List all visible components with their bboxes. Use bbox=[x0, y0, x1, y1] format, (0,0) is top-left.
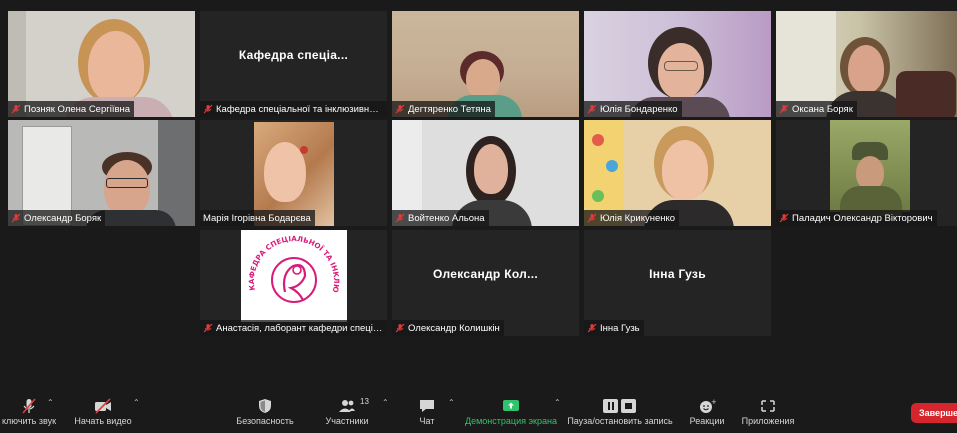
mic-off-icon bbox=[203, 323, 213, 333]
participant-tile-3[interactable]: Дегтяренко Тетяна bbox=[392, 11, 579, 117]
participant-name: Войтенко Альона bbox=[408, 212, 485, 224]
participant-name-bar: Юлія Крикуненко bbox=[584, 210, 680, 226]
participants-options-chevron-icon[interactable]: ⌃ bbox=[382, 398, 389, 407]
mic-off-icon bbox=[11, 213, 21, 223]
participant-name: Оксана Боряк bbox=[792, 103, 853, 115]
participant-tile-1[interactable]: Позняк Олена Сергіївна bbox=[8, 11, 195, 117]
mic-off-icon bbox=[587, 323, 597, 333]
participant-name-bar: Дегтяренко Тетяна bbox=[392, 101, 495, 117]
end-meeting-button[interactable]: Завершен bbox=[911, 403, 957, 423]
participant-tile-2[interactable]: Кафедра спеціа... Кафедра спеціальної та… bbox=[200, 11, 387, 117]
participant-display-name: Інна Гузь bbox=[649, 267, 706, 281]
mic-off-icon bbox=[587, 104, 597, 114]
mic-off-icon bbox=[779, 104, 789, 114]
meeting-toolbar: ключить звук ⌃ Начать видео ⌃ Безопаснос… bbox=[0, 395, 957, 433]
participant-name-bar: Інна Гузь bbox=[584, 320, 644, 336]
security-button[interactable]: Безопасность bbox=[230, 395, 300, 433]
participant-name: Марія Ігорівна Бодарєва bbox=[203, 212, 311, 224]
logo-text: КАФЕДРА СПЕЦІАЛЬНОЇ ТА ІНКЛЮЗИВНОЇ ОСВІТ… bbox=[238, 230, 341, 294]
reactions-label: Реакции bbox=[689, 416, 725, 426]
participant-name-bar: Войтенко Альона bbox=[392, 210, 489, 226]
video-options-chevron-icon[interactable]: ⌃ bbox=[133, 398, 140, 407]
start-video-button[interactable]: Начать видео bbox=[70, 395, 136, 433]
participant-name: Анастасія, лаборант кафедри спеціа... bbox=[216, 322, 383, 334]
share-options-chevron-icon[interactable]: ⌃ bbox=[554, 398, 561, 407]
participant-name-bar: Оксана Боряк bbox=[776, 101, 857, 117]
participant-name-bar: Марія Ігорівна Бодарєва bbox=[200, 210, 315, 226]
video-off-icon bbox=[95, 398, 111, 414]
participant-name: Дегтяренко Тетяна bbox=[408, 103, 491, 115]
shield-icon bbox=[259, 399, 271, 413]
mic-muted-icon bbox=[22, 398, 36, 414]
pause-stop-icon bbox=[603, 399, 636, 413]
participant-tile-12[interactable]: Олександр Кол... Олександр Колишкін bbox=[392, 230, 579, 336]
participant-name-bar: Анастасія, лаборант кафедри спеціа... bbox=[200, 320, 387, 336]
participant-tile-7-active-speaker[interactable]: Марія Ігорівна Бодарєва bbox=[200, 120, 387, 226]
participant-name-bar: Кафедра спеціальної та інклюзивної ... bbox=[200, 101, 387, 117]
participant-tile-9[interactable]: Юлія Крикуненко bbox=[584, 120, 771, 226]
participants-label: Участники bbox=[325, 416, 369, 426]
participant-name: Олександр Колишкін bbox=[408, 322, 500, 334]
participant-name-bar: Олександр Колишкін bbox=[392, 320, 504, 336]
mic-off-icon bbox=[395, 104, 405, 114]
pause-stop-recording-label: Пауза/остановить запись bbox=[567, 416, 673, 426]
participant-display-name: Олександр Кол... bbox=[433, 267, 538, 281]
reactions-button[interactable]: + Реакции bbox=[684, 395, 730, 433]
svg-text:КАФЕДРА СПЕЦІАЛЬНОЇ ТА ІНКЛЮЗИ: КАФЕДРА СПЕЦІАЛЬНОЇ ТА ІНКЛЮЗИВНОЇ ОСВІТ… bbox=[241, 230, 341, 294]
participant-tile-11[interactable]: КАФЕДРА СПЕЦІАЛЬНОЇ ТА ІНКЛЮЗИВНОЇ ОСВІТ… bbox=[200, 230, 387, 336]
share-screen-label: Демонстрация экрана bbox=[465, 416, 557, 426]
apps-button[interactable]: Приложения bbox=[738, 395, 798, 433]
participant-name: Паладич Олександр Вікторович bbox=[792, 212, 933, 224]
participant-tile-5[interactable]: Оксана Боряк bbox=[776, 11, 957, 117]
pause-stop-recording-button[interactable]: Пауза/остановить запись bbox=[566, 395, 674, 433]
participant-name: Юлія Крикуненко bbox=[600, 212, 676, 224]
participant-name-bar: Паладич Олександр Вікторович bbox=[776, 210, 937, 226]
participants-count: 13 bbox=[360, 397, 369, 406]
participant-name-bar: Юлія Бондаренко bbox=[584, 101, 682, 117]
logo-emblem-icon: КАФЕДРА СПЕЦІАЛЬНОЇ ТА ІНКЛЮЗИВНОЇ ОСВІТ… bbox=[238, 230, 341, 303]
participant-display-name: Кафедра спеціа... bbox=[238, 48, 349, 62]
participant-tile-8[interactable]: Войтенко Альона bbox=[392, 120, 579, 226]
participants-button[interactable]: 13 Участники bbox=[314, 395, 380, 433]
unmute-button[interactable]: ключить звук bbox=[0, 395, 64, 433]
share-screen-button[interactable]: Демонстрация экрана bbox=[462, 395, 560, 433]
mic-off-icon bbox=[11, 104, 21, 114]
participant-name-bar: Позняк Олена Сергіївна bbox=[8, 101, 135, 117]
participant-tile-6[interactable]: Олександр Боряк bbox=[8, 120, 195, 226]
chat-button[interactable]: Чат bbox=[408, 395, 446, 433]
reactions-smiley-icon: + bbox=[700, 398, 716, 413]
participants-icon bbox=[339, 400, 355, 412]
mic-off-icon bbox=[203, 104, 213, 114]
apps-label: Приложения bbox=[741, 416, 795, 426]
participant-name: Олександр Боряк bbox=[24, 212, 102, 224]
participant-name-bar: Олександр Боряк bbox=[8, 210, 106, 226]
participant-name: Кафедра спеціальної та інклюзивної ... bbox=[216, 103, 383, 115]
mic-off-icon bbox=[779, 213, 789, 223]
chat-label: Чат bbox=[419, 416, 435, 426]
chat-options-chevron-icon[interactable]: ⌃ bbox=[448, 398, 455, 407]
participant-tile-10[interactable]: Паладич Олександр Вікторович bbox=[776, 120, 957, 226]
start-video-label: Начать видео bbox=[74, 416, 132, 426]
unmute-label: ключить звук bbox=[1, 416, 57, 426]
participant-tile-13[interactable]: Інна Гузь Інна Гузь bbox=[584, 230, 771, 336]
svg-text:+: + bbox=[711, 398, 716, 406]
mic-off-icon bbox=[587, 213, 597, 223]
mic-off-icon bbox=[395, 213, 405, 223]
audio-options-chevron-icon[interactable]: ⌃ bbox=[47, 398, 54, 407]
chat-icon bbox=[420, 400, 434, 412]
department-logo: КАФЕДРА СПЕЦІАЛЬНОЇ ТА ІНКЛЮЗИВНОЇ ОСВІТ… bbox=[238, 230, 347, 322]
security-label: Безопасность bbox=[236, 416, 294, 426]
participant-tile-4[interactable]: Юлія Бондаренко bbox=[584, 11, 771, 117]
participant-name: Позняк Олена Сергіївна bbox=[24, 103, 131, 115]
share-screen-icon bbox=[503, 400, 519, 411]
apps-icon bbox=[761, 400, 775, 412]
participant-name: Інна Гузь bbox=[600, 322, 640, 334]
participant-name: Юлія Бондаренко bbox=[600, 103, 678, 115]
mic-off-icon bbox=[395, 323, 405, 333]
